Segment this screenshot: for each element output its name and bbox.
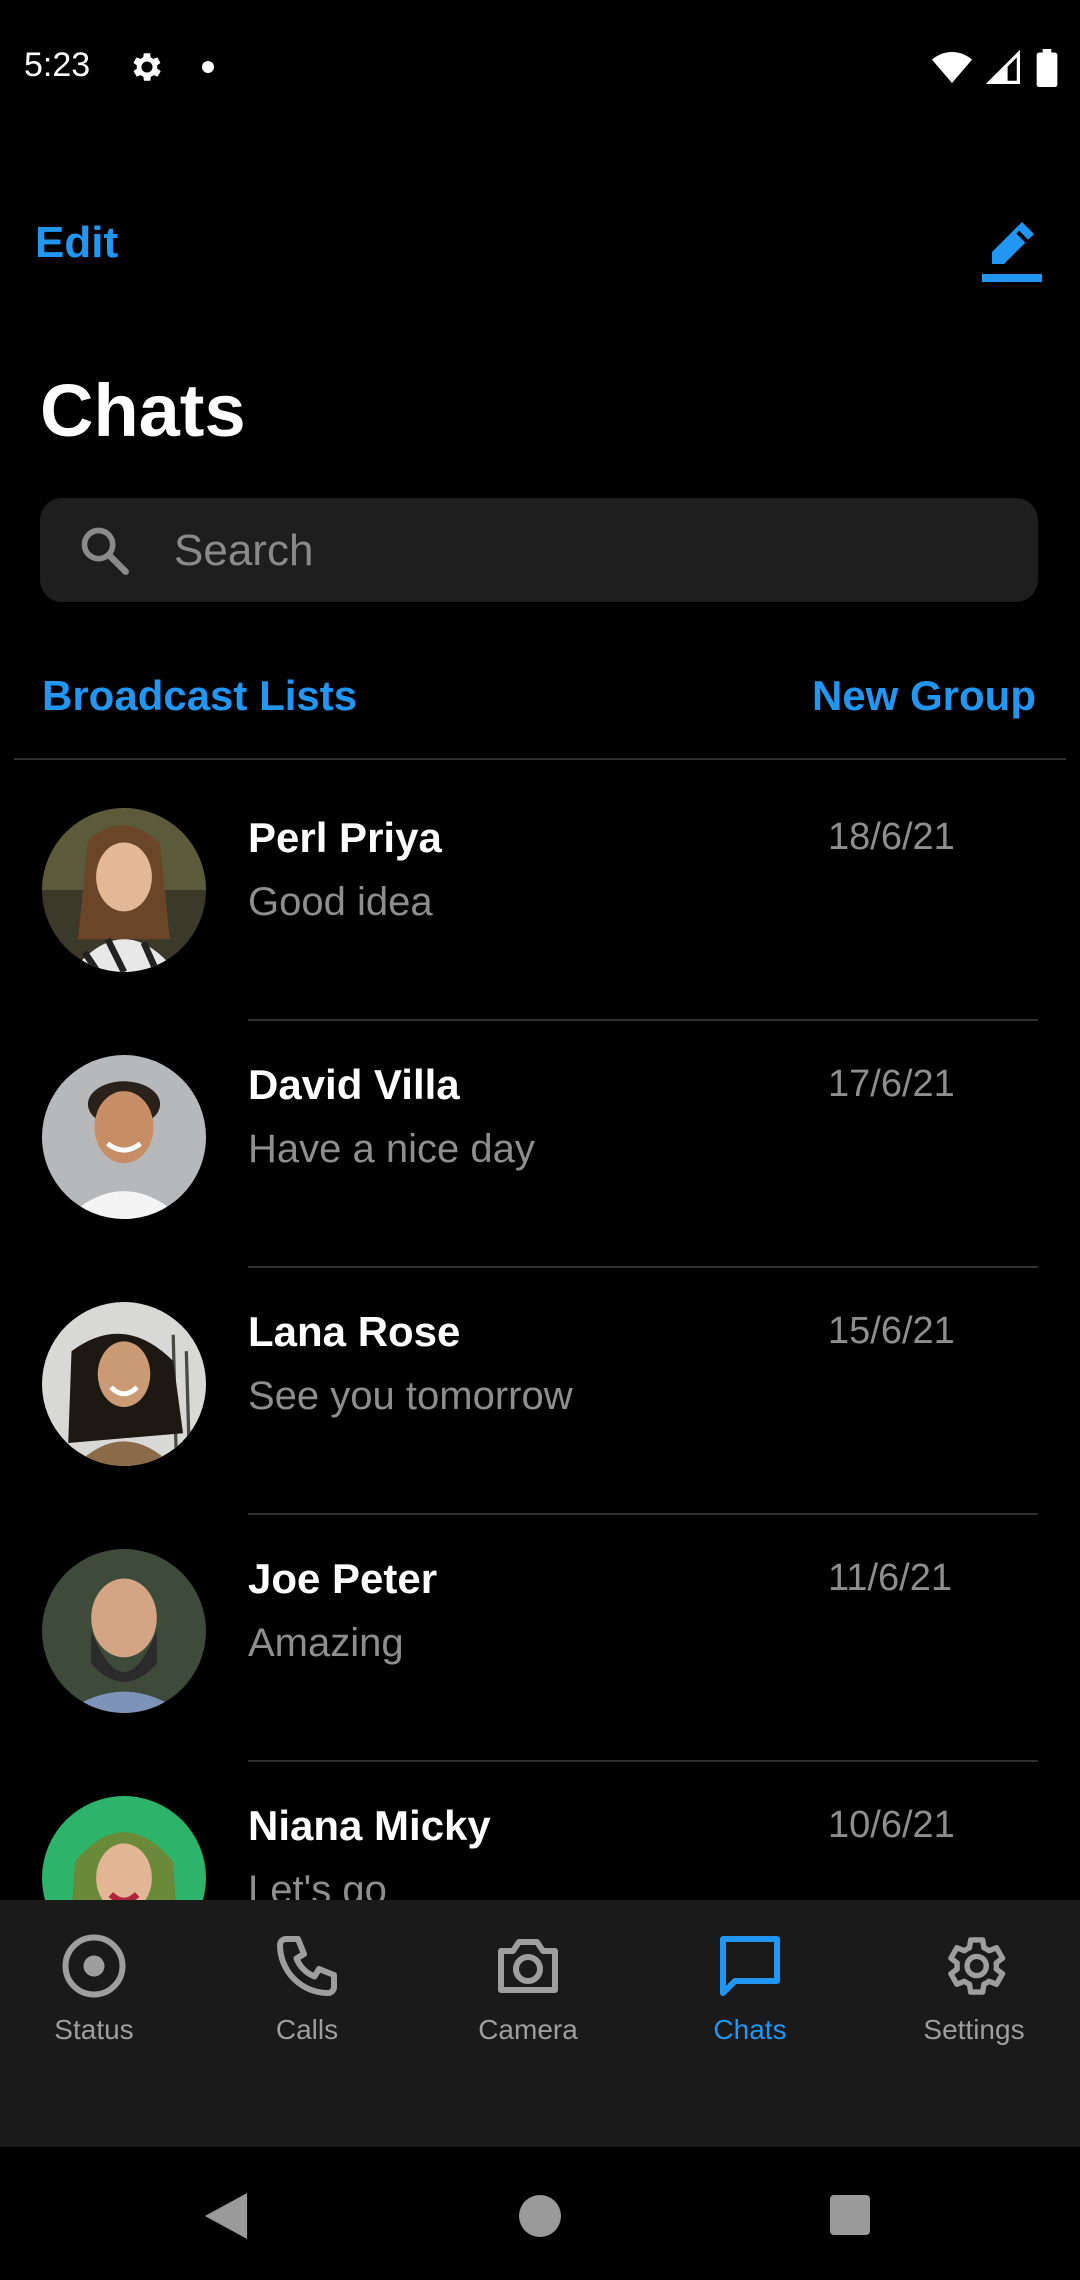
home-icon[interactable] [519,2195,561,2237]
tab-label: Calls [275,2014,339,2045]
chat-name: David Villa [248,1061,460,1108]
chats-screen: 5:23 Edit Chats Search Broadcast Lists N… [0,0,1080,2280]
avatar [42,1796,206,1900]
chat-date: 11/6/21 [828,1557,952,1599]
avatar [42,808,206,972]
status-bar: 5:23 [0,0,1080,135]
chat-row[interactable]: Lana Rose See you tomorrow 15/6/21 [0,1254,1080,1515]
edit-button[interactable]: Edit [35,218,118,268]
phone-icon [277,1936,337,1996]
back-icon[interactable] [204,2193,248,2239]
chat-name: Joe Peter [248,1555,438,1602]
chat-preview: Amazing [248,1621,404,1665]
chat-date: 17/6/21 [828,1063,955,1105]
search-bar[interactable] [40,498,1038,602]
avatar [42,1055,206,1219]
chat-row[interactable]: Joe Peter Amazing 11/6/21 [0,1501,1080,1762]
system-navigation-bar [0,2147,1080,2280]
signal-icon [986,50,1021,85]
chat-date: 15/6/21 [828,1310,955,1352]
tab-settings[interactable]: Settings [884,1930,1064,2060]
settings-icon [948,1937,1006,1995]
avatar [42,1549,206,1713]
chat-preview: Have a nice day [248,1127,535,1171]
chat-row[interactable]: Niana Micky Let's go 10/6/21 [0,1748,1080,1900]
chat-name: Niana Micky [248,1802,491,1849]
bottom-tab-bar: Status Calls Camera Chats Settings [0,1900,1080,2147]
status-icon [62,1934,126,1998]
chat-preview: See you tomorrow [248,1374,573,1418]
avatar [42,1302,206,1466]
chat-name: Perl Priya [248,814,442,861]
chat-preview: Let's go [248,1868,387,1900]
chat-date: 18/6/21 [828,816,955,858]
battery-icon [1036,49,1058,87]
tab-label: Camera [478,2014,578,2045]
chat-date: 10/6/21 [828,1804,955,1846]
page-title: Chats [40,369,246,452]
tab-label: Settings [923,2014,1025,2045]
search-input[interactable] [172,518,996,584]
tab-label: Status [54,2014,134,2045]
new-group-link[interactable]: New Group [812,672,1036,720]
compose-pencil-icon[interactable] [982,218,1042,284]
chat-name: Lana Rose [248,1308,461,1355]
tab-label: Chats [713,2014,787,2045]
status-icons [932,48,1058,88]
broadcast-lists-link[interactable]: Broadcast Lists [42,672,357,720]
camera-icon [498,1939,558,1993]
search-icon [81,527,129,575]
status-time: 5:23 [24,46,91,84]
tab-calls[interactable]: Calls [217,1930,397,2060]
settings-gear-icon [133,53,161,81]
chat-row[interactable]: Perl Priya Good idea 18/6/21 [0,760,1080,1021]
tab-status[interactable]: Status [4,1930,184,2060]
chat-bubble-icon [720,1936,780,1996]
wifi-icon [932,52,972,83]
tab-camera[interactable]: Camera [438,1930,618,2060]
chat-list[interactable]: Perl Priya Good idea 18/6/21 David Villa… [0,760,1080,1900]
notification-dot-icon [202,61,214,73]
tab-chats[interactable]: Chats [660,1930,840,2060]
chat-preview: Good idea [248,880,433,924]
recents-icon[interactable] [830,2195,870,2235]
chat-row[interactable]: David Villa Have a nice day 17/6/21 [0,1007,1080,1268]
